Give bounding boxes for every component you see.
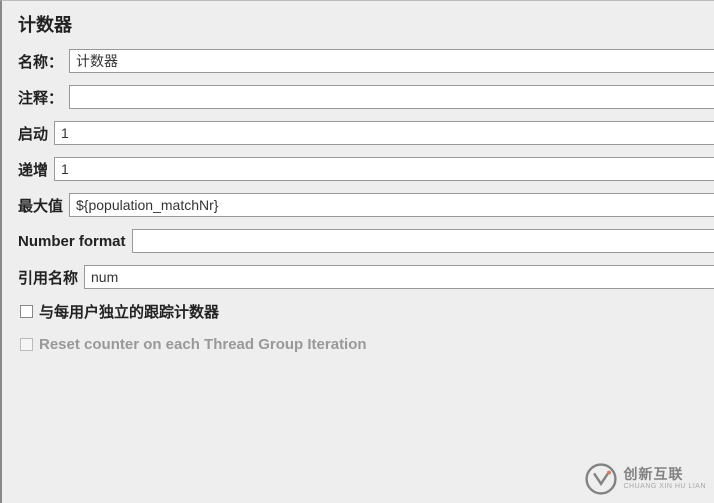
counter-config-panel: 计数器 名称： 注释： 启动 递增 最大值 Number format 引用名称…	[2, 1, 714, 503]
comment-row: 注释：	[6, 85, 714, 109]
increment-input[interactable]	[54, 157, 714, 181]
name-input[interactable]	[69, 49, 714, 73]
start-label: 启动	[18, 123, 48, 144]
per-user-checkbox-row: 与每用户独立的跟踪计数器	[6, 301, 714, 322]
watermark-cn-text: 创新互联	[623, 467, 706, 482]
reference-name-row: 引用名称	[6, 265, 714, 289]
increment-row: 递增	[6, 157, 714, 181]
name-row: 名称：	[6, 49, 714, 73]
reset-on-iteration-checkbox	[20, 338, 33, 351]
maximum-input[interactable]	[69, 193, 714, 217]
start-row: 启动	[6, 121, 714, 145]
reset-on-iteration-checkbox-label: Reset counter on each Thread Group Itera…	[39, 336, 367, 353]
increment-label: 递增	[18, 159, 48, 180]
panel-title: 计数器	[6, 1, 714, 49]
watermark-text: 创新互联 CHUANG XIN HU LIAN	[623, 467, 706, 490]
reset-on-iteration-checkbox-row: Reset counter on each Thread Group Itera…	[6, 336, 714, 353]
per-user-checkbox[interactable]	[20, 305, 33, 318]
name-label: 名称：	[18, 51, 63, 72]
watermark-en-text: CHUANG XIN HU LIAN	[623, 483, 706, 491]
maximum-row: 最大值	[6, 193, 714, 217]
watermark-logo-icon	[585, 463, 617, 495]
number-format-row: Number format	[6, 229, 714, 253]
watermark: 创新互联 CHUANG XIN HU LIAN	[585, 463, 706, 495]
comment-input[interactable]	[69, 85, 714, 109]
number-format-label: Number format	[18, 233, 126, 250]
per-user-checkbox-label: 与每用户独立的跟踪计数器	[39, 301, 219, 322]
maximum-label: 最大值	[18, 195, 63, 216]
number-format-input[interactable]	[132, 229, 714, 253]
reference-name-input[interactable]	[84, 265, 714, 289]
start-input[interactable]	[54, 121, 714, 145]
reference-name-label: 引用名称	[18, 267, 78, 288]
comment-label: 注释：	[18, 87, 63, 108]
